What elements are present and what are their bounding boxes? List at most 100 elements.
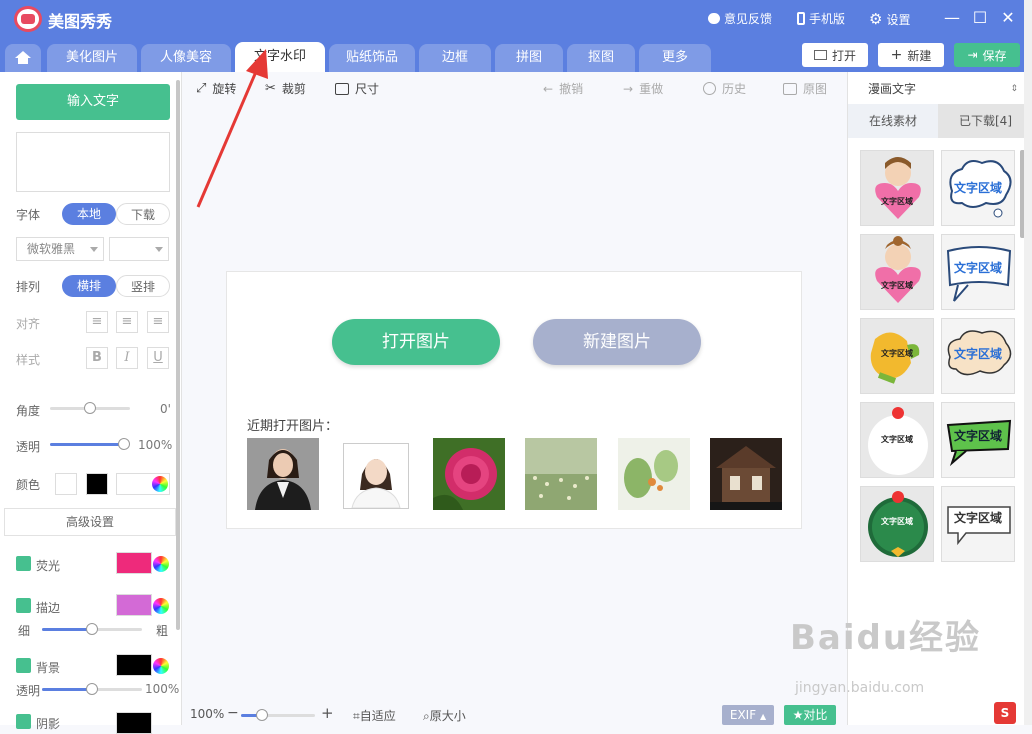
arrange-vertical-toggle[interactable]: 竖排 <box>116 275 170 297</box>
stroke-checkbox[interactable] <box>16 598 31 613</box>
star-icon: ★ <box>792 708 804 722</box>
size-tool[interactable]: 尺寸 <box>335 80 379 97</box>
material-mitten[interactable]: 文字区域 <box>860 318 934 394</box>
tab-collage[interactable]: 拼图 <box>495 44 563 72</box>
font-select[interactable]: 微软雅黑 <box>16 237 104 261</box>
font-local-toggle[interactable]: 本地 <box>62 203 116 225</box>
settings-link[interactable]: ⚙ 设置 <box>869 10 910 28</box>
sogou-s-icon[interactable]: S <box>994 702 1016 724</box>
tab-downloaded-materials[interactable]: 已下载[4] <box>938 104 1032 138</box>
left-panel-scrollbar[interactable] <box>176 80 180 630</box>
glow-color-swatch[interactable] <box>116 552 152 574</box>
background-opacity-knob[interactable] <box>86 683 98 695</box>
redo-tool[interactable]: → 重做 <box>623 80 663 97</box>
open-image-button[interactable]: 打开图片 <box>332 319 500 365</box>
undo-tool[interactable]: ← 撤销 <box>543 80 583 97</box>
background-color-wheel-icon[interactable] <box>153 658 169 674</box>
tab-more[interactable]: 更多 <box>639 44 711 72</box>
align-center-icon[interactable]: ≡ <box>116 311 138 333</box>
tab-online-materials[interactable]: 在线素材 <box>848 104 938 138</box>
material-wreath[interactable]: 文字区域 <box>860 486 934 562</box>
close-button[interactable]: ✕ <box>996 6 1020 30</box>
align-right-icon[interactable]: ≡ <box>147 311 169 333</box>
opacity-slider[interactable] <box>50 438 130 450</box>
color-swatch-black[interactable] <box>86 473 108 495</box>
recent-image-thumb[interactable] <box>710 438 782 510</box>
align-left-icon[interactable]: ≡ <box>86 311 108 333</box>
material-cream-cloud[interactable]: 文字区域 <box>941 318 1015 394</box>
angle-slider[interactable] <box>50 402 130 414</box>
glow-checkbox[interactable] <box>16 556 31 571</box>
stroke-color-wheel-icon[interactable] <box>153 598 169 614</box>
open-button[interactable]: 打开 <box>802 43 868 67</box>
shadow-color-swatch[interactable] <box>116 712 152 734</box>
zoom-out-button[interactable]: − <box>227 705 239 721</box>
material-green-bubble[interactable]: 文字区域 <box>941 402 1015 478</box>
stroke-thick-label: 粗 <box>156 624 169 638</box>
original-tool[interactable]: 原图 <box>783 80 827 97</box>
tab-cutout[interactable]: 抠图 <box>567 44 635 72</box>
material-caption: 文字区域 <box>953 429 1002 443</box>
stroke-width-slider[interactable] <box>42 623 142 635</box>
material-heart-girl-2[interactable]: 文字区域 <box>860 234 934 310</box>
input-text-button[interactable]: 输入文字 <box>16 84 170 120</box>
font-size-select[interactable] <box>109 237 169 261</box>
material-banner-bubble[interactable]: 文字区域 <box>941 234 1015 310</box>
zoom-slider-knob[interactable] <box>256 709 268 721</box>
tab-home[interactable] <box>5 44 41 72</box>
recent-image-thumb[interactable] <box>433 438 505 510</box>
maximize-button[interactable]: ☐ <box>968 6 992 30</box>
compare-button[interactable]: ★对比 <box>784 705 836 725</box>
fit-button[interactable]: ⌗自适应 <box>353 707 396 724</box>
material-hen-circle[interactable]: 文字区域 <box>860 402 934 478</box>
advanced-settings-button[interactable]: 高级设置 <box>4 508 176 536</box>
shadow-label: 阴影 <box>36 717 61 731</box>
tab-beautify[interactable]: 美化图片 <box>47 44 137 72</box>
original-size-button[interactable]: ⌕原大小 <box>423 707 466 724</box>
minimize-button[interactable]: — <box>940 6 964 30</box>
stroke-color-swatch[interactable] <box>116 594 152 616</box>
font-download-toggle[interactable]: 下载 <box>116 203 170 225</box>
material-cloud-bubble[interactable]: 文字区域 <box>941 150 1015 226</box>
material-heart-girl[interactable]: 文字区域 <box>860 150 934 226</box>
original-size-label: 原大小 <box>429 709 466 723</box>
zoom-in-button[interactable]: + <box>321 704 334 722</box>
fit-label: 自适应 <box>359 709 396 723</box>
undo-arrow-icon: ← <box>543 81 554 96</box>
exif-button[interactable]: EXIF ▲ <box>722 705 774 725</box>
color-swatch-white[interactable] <box>55 473 77 495</box>
zoom-slider[interactable] <box>241 709 315 721</box>
mobile-link[interactable]: 手机版 <box>797 10 845 27</box>
glow-color-wheel-icon[interactable] <box>153 556 169 572</box>
bold-button[interactable]: B <box>86 347 108 369</box>
tab-stickers[interactable]: 贴纸饰品 <box>329 44 415 72</box>
feedback-link[interactable]: 意见反馈 <box>708 10 772 27</box>
background-checkbox[interactable] <box>16 658 31 673</box>
color-wheel-icon[interactable] <box>152 476 168 492</box>
opacity-slider-knob[interactable] <box>118 438 130 450</box>
text-input-area[interactable] <box>16 132 170 192</box>
history-tool[interactable]: 历史 <box>703 80 746 97</box>
tab-frame[interactable]: 边框 <box>419 44 491 72</box>
save-button[interactable]: ⇥ 保存 <box>954 43 1020 67</box>
underline-button[interactable]: U <box>147 347 169 369</box>
recent-image-thumb[interactable] <box>618 438 690 510</box>
arrange-horizontal-toggle[interactable]: 横排 <box>62 275 116 297</box>
new-button[interactable]: + 新建 <box>878 43 944 67</box>
shadow-checkbox[interactable] <box>16 714 31 729</box>
compare-label: 对比 <box>803 708 828 722</box>
recent-image-thumb[interactable] <box>343 443 409 509</box>
italic-button[interactable]: I <box>116 347 138 369</box>
recent-image-thumb[interactable] <box>525 438 597 510</box>
category-select[interactable]: 漫画文字 ⇕ <box>862 78 1022 100</box>
magnifier-icon: ⌕ <box>423 709 430 723</box>
recent-image-thumb[interactable] <box>247 438 319 510</box>
stroke-width-knob[interactable] <box>86 623 98 635</box>
material-caption: 文字区域 <box>953 261 1002 275</box>
background-color-swatch[interactable] <box>116 654 152 676</box>
background-opacity-slider[interactable] <box>42 683 142 695</box>
angle-slider-knob[interactable] <box>84 402 96 414</box>
app-title: 美图秀秀 <box>48 12 113 31</box>
material-speech-bubble[interactable]: 文字区域 <box>941 486 1015 562</box>
new-image-button[interactable]: 新建图片 <box>533 319 701 365</box>
